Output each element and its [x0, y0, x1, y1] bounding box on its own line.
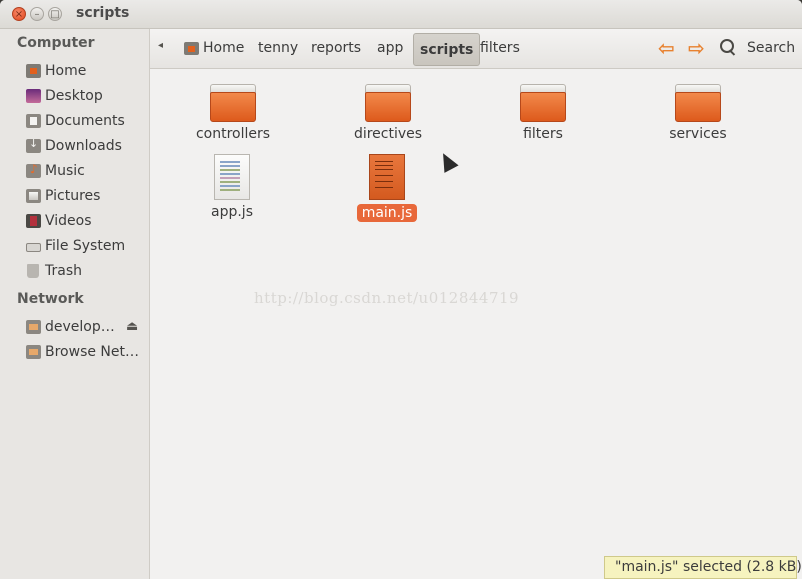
videos-icon: [26, 214, 41, 228]
sidebar-item-file-system[interactable]: File System: [0, 235, 149, 259]
file-view[interactable]: controllers directives filters services …: [150, 70, 802, 579]
eject-icon[interactable]: ⏏: [126, 319, 138, 334]
network-icon: [26, 345, 41, 359]
title-bar[interactable]: × – □ scripts: [0, 0, 802, 29]
folder-icon: [675, 84, 721, 122]
path-toolbar: ◂ Home tenny reports app scripts filters…: [150, 29, 802, 69]
desktop-icon: [26, 89, 41, 103]
breadcrumb-tenny[interactable]: tenny: [258, 40, 298, 56]
back-arrow-icon[interactable]: ⇦: [658, 36, 675, 60]
sidebar-item-browse-network[interactable]: Browse Net…: [0, 341, 149, 365]
maximize-window-icon[interactable]: □: [48, 7, 62, 21]
scroll-left-icon[interactable]: ◂: [158, 40, 163, 51]
sidebar-item-label: Browse Net…: [45, 344, 140, 360]
sidebar-item-label: Pictures: [45, 188, 101, 204]
file-name: directives: [353, 126, 423, 142]
file-name: main.js: [356, 204, 418, 222]
folder-item[interactable]: directives: [328, 84, 448, 142]
sidebar-item-pictures[interactable]: Pictures: [0, 185, 149, 209]
folder-item[interactable]: services: [638, 84, 758, 142]
sidebar-item-label: Desktop: [45, 88, 103, 104]
downloads-icon: [26, 137, 41, 153]
music-icon: [26, 162, 41, 178]
network-share-icon: [26, 320, 41, 334]
file-item[interactable]: app.js: [172, 154, 292, 220]
sidebar-item-trash[interactable]: Trash: [0, 260, 149, 284]
sidebar-item-label: File System: [45, 238, 126, 254]
folder-icon: [210, 84, 256, 122]
js-file-icon: [369, 154, 405, 200]
sidebar-item-label: Downloads: [45, 138, 122, 154]
sidebar-item-home[interactable]: Home: [0, 60, 149, 84]
pictures-icon: [26, 189, 41, 203]
sidebar-item-music[interactable]: Music: [0, 160, 149, 184]
breadcrumb-app[interactable]: app: [377, 40, 403, 56]
folder-item[interactable]: controllers: [173, 84, 293, 142]
minimize-window-icon[interactable]: –: [30, 7, 44, 21]
documents-icon: [26, 114, 41, 128]
forward-arrow-icon[interactable]: ⇨: [688, 36, 705, 60]
home-folder-icon: [184, 42, 199, 55]
folder-icon: [365, 84, 411, 122]
file-item-selected[interactable]: main.js: [327, 154, 447, 222]
search-button[interactable]: Search: [747, 40, 795, 56]
sidebar-item-label: Videos: [45, 213, 92, 229]
file-name: filters: [523, 126, 563, 142]
sidebar-item-label: Trash: [45, 263, 82, 279]
sidebar-item-label: Music: [45, 163, 85, 179]
status-bar: "main.js" selected (2.8 kB): [604, 556, 802, 579]
sidebar-item-label: Documents: [45, 113, 125, 129]
sidebar-item-videos[interactable]: Videos: [0, 210, 149, 234]
sidebar-item-documents[interactable]: Documents: [0, 110, 149, 134]
home-folder-icon: [26, 64, 41, 78]
sidebar-item-network-share[interactable]: develop… ⏏: [0, 316, 149, 340]
text-file-icon: [214, 154, 250, 200]
sidebar-item-downloads[interactable]: Downloads: [0, 135, 149, 159]
drive-icon: [26, 243, 41, 252]
watermark-text: http://blog.csdn.net/u012844719: [254, 289, 520, 307]
file-name: app.js: [211, 204, 253, 220]
window-title: scripts: [76, 5, 130, 21]
sidebar-item-label: Home: [45, 63, 87, 79]
file-manager-window: × – □ scripts Computer Home Desktop Docu…: [0, 0, 802, 579]
sidebar-heading-computer: Computer: [17, 35, 95, 51]
trash-icon: [27, 264, 39, 278]
sidebar-item-label: develop…: [45, 319, 115, 335]
sidebar-heading-network: Network: [17, 291, 84, 307]
search-icon[interactable]: [720, 39, 736, 57]
places-sidebar: Computer Home Desktop Documents Download…: [0, 29, 150, 579]
close-window-icon[interactable]: ×: [12, 7, 26, 21]
breadcrumb-home[interactable]: Home: [203, 40, 244, 56]
breadcrumb-scripts[interactable]: scripts: [413, 33, 481, 66]
folder-icon: [520, 84, 566, 122]
sidebar-item-desktop[interactable]: Desktop: [0, 85, 149, 109]
file-name: controllers: [195, 126, 271, 142]
file-name: services: [669, 126, 727, 142]
folder-item[interactable]: filters: [483, 84, 603, 142]
breadcrumb-filters[interactable]: filters: [480, 40, 520, 56]
breadcrumb-reports[interactable]: reports: [311, 40, 361, 56]
